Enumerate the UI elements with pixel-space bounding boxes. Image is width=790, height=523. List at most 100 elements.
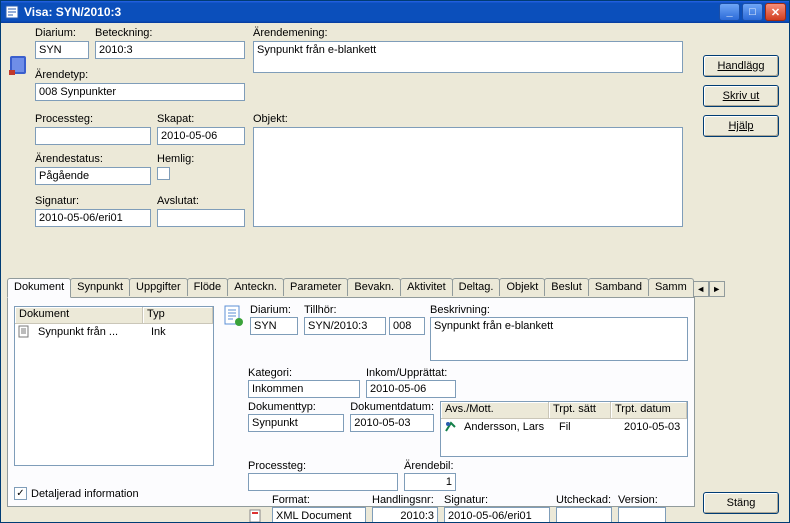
field-diarium[interactable] xyxy=(35,41,89,59)
tab-aktivitet[interactable]: Aktivitet xyxy=(400,278,453,296)
tab-parameter[interactable]: Parameter xyxy=(283,278,348,296)
format-icon xyxy=(248,508,266,522)
tab-body-dokument: Dokument Typ Synpunkt från ... Ink xyxy=(7,297,695,507)
tab-scroll-right[interactable]: ► xyxy=(709,281,725,297)
label-beteckning: Beteckning: xyxy=(95,27,245,39)
col-typ[interactable]: Typ xyxy=(143,307,213,324)
field-arendestatus[interactable] xyxy=(35,167,151,185)
dlabel-inkom: Inkom/Upprättat: xyxy=(366,367,456,379)
checkbox-hemlig[interactable] xyxy=(157,167,170,180)
stang-button[interactable]: Stäng xyxy=(703,492,779,514)
case-icon xyxy=(7,53,31,80)
page-icon xyxy=(222,304,244,364)
dlabel-format: Format: xyxy=(272,494,366,506)
tab-dokument[interactable]: Dokument xyxy=(7,278,71,298)
dlabel-arendebil: Ärendebil: xyxy=(404,460,456,472)
tab-strip: DokumentSynpunktUppgifterFlödeAnteckn.Pa… xyxy=(7,277,695,297)
rcol-trptsatt[interactable]: Trpt. sätt xyxy=(549,402,611,419)
dlabel-beskrivning: Beskrivning: xyxy=(430,304,688,316)
tab-uppgifter[interactable]: Uppgifter xyxy=(129,278,188,296)
tab-samband[interactable]: Samband xyxy=(588,278,649,296)
dfield-doktyp[interactable] xyxy=(248,414,344,432)
dfield-diarium[interactable] xyxy=(250,317,298,335)
handlagg-button[interactable]: Handlägg xyxy=(703,55,779,77)
field-arendetyp[interactable] xyxy=(35,83,245,101)
detaljerad-label: Detaljerad information xyxy=(31,488,139,500)
maximize-button[interactable]: □ xyxy=(742,3,763,21)
field-signatur[interactable] xyxy=(35,209,151,227)
rcol-avsmott[interactable]: Avs./Mott. xyxy=(441,402,549,419)
dfield-signatur[interactable] xyxy=(444,507,550,522)
dfield-tillhor1[interactable] xyxy=(304,317,386,335)
app-icon xyxy=(4,4,20,20)
label-objekt: Objekt: xyxy=(253,113,683,125)
col-dokument[interactable]: Dokument xyxy=(15,307,143,324)
rcol-trptdatum[interactable]: Trpt. datum xyxy=(611,402,687,419)
field-skapat[interactable] xyxy=(157,127,245,145)
document-list[interactable]: Dokument Typ Synpunkt från ... Ink xyxy=(14,306,214,466)
dlabel-processteg: Processteg: xyxy=(248,460,398,472)
dlabel-kategori: Kategori: xyxy=(248,367,360,379)
label-processteg: Processteg: xyxy=(35,113,151,125)
window-title: Visa: SYN/2010:3 xyxy=(24,5,717,19)
label-hemlig: Hemlig: xyxy=(157,153,245,165)
close-button[interactable]: ✕ xyxy=(765,3,786,21)
dfield-format[interactable] xyxy=(272,507,366,522)
tab-deltag[interactable]: Deltag. xyxy=(452,278,501,296)
tab-container: DokumentSynpunktUppgifterFlödeAnteckn.Pa… xyxy=(7,277,695,509)
content-area: Handlägg Skriv ut Hjälp Diarium: Beteckn… xyxy=(1,23,789,522)
detaljerad-checkbox[interactable]: ✓ xyxy=(14,487,27,500)
dlabel-handlingsnr: Handlingsnr: xyxy=(372,494,438,506)
label-signatur: Signatur: xyxy=(35,195,151,207)
dlabel-diarium: Diarium: xyxy=(250,304,298,316)
dfield-beskrivning[interactable]: Synpunkt från e-blankett xyxy=(430,317,688,361)
app-window: Visa: SYN/2010:3 _ □ ✕ Handlägg Skriv ut… xyxy=(0,0,790,523)
field-avslutat[interactable] xyxy=(157,209,245,227)
dlabel-utcheckad: Utcheckad: xyxy=(556,494,612,506)
dfield-tillhor2[interactable] xyxy=(389,317,425,335)
field-processteg[interactable] xyxy=(35,127,151,145)
skrivut-button[interactable]: Skriv ut xyxy=(703,85,779,107)
label-avslutat: Avslutat: xyxy=(157,195,245,207)
action-buttons: Handlägg Skriv ut Hjälp xyxy=(703,55,779,137)
tab-scroll-left[interactable]: ◄ xyxy=(693,281,709,297)
tab-bevakn[interactable]: Bevakn. xyxy=(347,278,401,296)
document-row-icon xyxy=(18,325,31,338)
detaljerad-info[interactable]: ✓ Detaljerad information xyxy=(14,487,139,500)
dfield-utcheckad[interactable] xyxy=(556,507,612,522)
dlabel-tillhor: Tillhör: xyxy=(304,304,424,316)
dfield-inkom[interactable] xyxy=(366,380,456,398)
dfield-version[interactable] xyxy=(618,507,666,522)
tab-samm[interactable]: Samm xyxy=(648,278,694,296)
tab-scroll: ◄ ► xyxy=(693,281,725,297)
document-detail: Diarium: Tillhör: Beskrivning: xyxy=(222,304,688,522)
label-arendemening: Ärendemening: xyxy=(253,27,683,39)
dfield-dokdatum[interactable] xyxy=(350,414,434,432)
dfield-processteg[interactable] xyxy=(248,473,398,491)
tab-synpunkt[interactable]: Synpunkt xyxy=(70,278,130,296)
field-arendemening[interactable]: Synpunkt från e-blankett xyxy=(253,41,683,73)
dfield-handlingsnr[interactable] xyxy=(372,507,438,522)
label-arendetyp: Ärendetyp: xyxy=(35,69,245,81)
tab-objekt[interactable]: Objekt xyxy=(499,278,545,296)
hjalp-button[interactable]: Hjälp xyxy=(703,115,779,137)
titlebar[interactable]: Visa: SYN/2010:3 _ □ ✕ xyxy=(1,1,789,23)
field-beteckning[interactable] xyxy=(95,41,245,59)
dlabel-version: Version: xyxy=(618,494,666,506)
label-skapat: Skapat: xyxy=(157,113,245,125)
minimize-button[interactable]: _ xyxy=(719,3,740,21)
tab-flde[interactable]: Flöde xyxy=(187,278,229,296)
dlabel-signatur: Signatur: xyxy=(444,494,550,506)
list-item[interactable]: Synpunkt från ... Ink xyxy=(15,324,213,339)
dfield-arendebil[interactable] xyxy=(404,473,456,491)
person-icon xyxy=(444,420,457,433)
label-arendestatus: Ärendestatus: xyxy=(35,153,151,165)
tab-beslut[interactable]: Beslut xyxy=(544,278,589,296)
dlabel-dokdatum: Dokumentdatum: xyxy=(350,401,434,413)
field-objekt[interactable] xyxy=(253,127,683,227)
recipients-list[interactable]: Avs./Mott. Trpt. sätt Trpt. datum Anders… xyxy=(440,401,688,457)
tab-anteckn[interactable]: Anteckn. xyxy=(227,278,284,296)
dfield-kategori[interactable] xyxy=(248,380,360,398)
recipient-row[interactable]: Andersson, Lars Fil 2010-05-03 xyxy=(441,419,687,434)
dlabel-doktyp: Dokumenttyp: xyxy=(248,401,344,413)
